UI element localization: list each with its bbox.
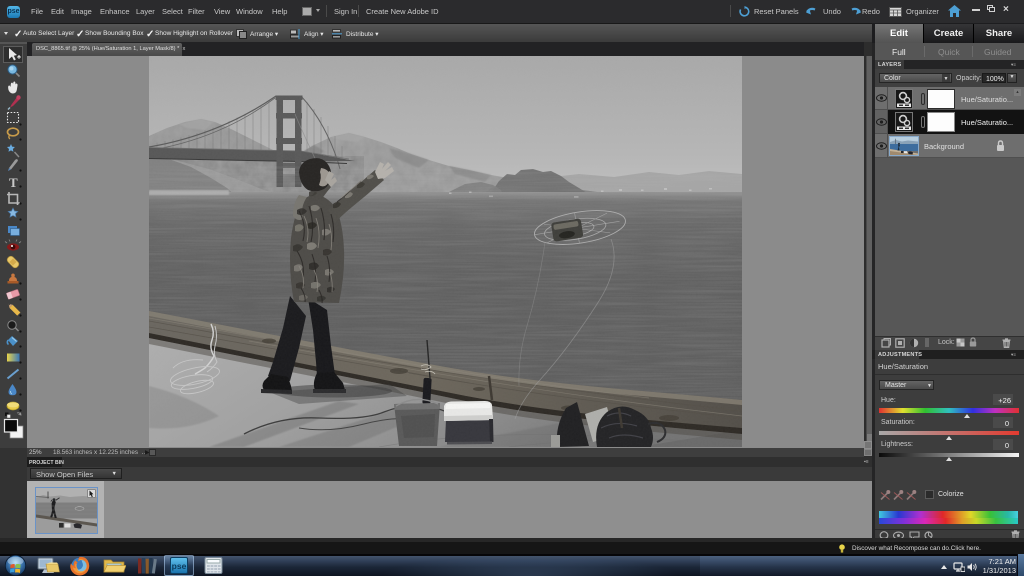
svg-text:T: T [9,175,18,190]
